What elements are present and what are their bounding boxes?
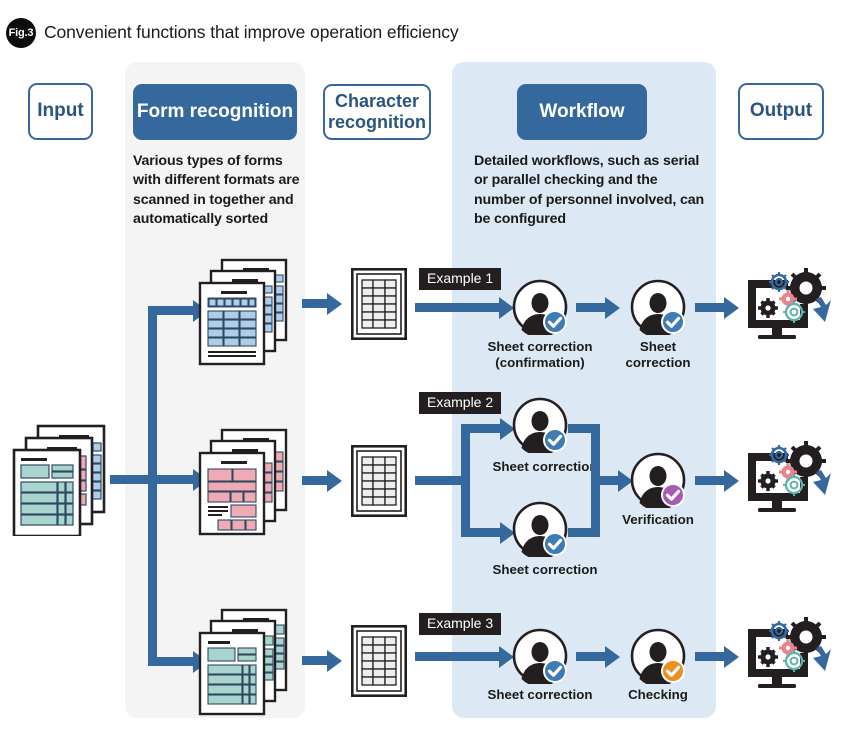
stage-header-output: Output xyxy=(738,83,824,140)
person-step-2c xyxy=(630,452,686,508)
arrow-example2-merge-stem xyxy=(591,476,621,485)
person-step-1a xyxy=(512,279,568,335)
output-monitor-2 xyxy=(742,441,834,521)
example-2-tag: Example 2 xyxy=(419,392,502,415)
arrow-branch-2 xyxy=(148,475,196,484)
stage-header-input: Input xyxy=(28,83,93,140)
arrow-workflow-to-output-3 xyxy=(695,652,727,661)
input-document-stack xyxy=(12,424,108,536)
form-stack-blue xyxy=(198,258,290,366)
person-step-2c-label: Verification xyxy=(622,512,694,527)
arrow-form-to-table-1-head xyxy=(327,292,342,315)
person-step-1b-label-line2: correction xyxy=(625,354,691,370)
form-stack-green xyxy=(198,608,290,716)
arrow-person-1a-to-1b-head xyxy=(605,296,620,319)
arrow-branch-3 xyxy=(148,657,196,666)
form-recognition-description: Various types of forms with different fo… xyxy=(133,153,300,227)
example-1-tag: Example 1 xyxy=(419,268,502,291)
arrow-person-3a-to-3b xyxy=(576,652,608,661)
arrow-example2-upper-branch xyxy=(461,424,503,433)
person-step-2b-label: Sheet correction xyxy=(492,562,598,577)
arrow-table-to-person-3a xyxy=(415,652,502,661)
person-step-1b xyxy=(630,279,686,335)
arrow-form-to-table-2-head xyxy=(327,469,342,492)
figure-title: Convenient functions that improve operat… xyxy=(44,22,459,42)
person-step-2a xyxy=(512,397,568,453)
arrow-example2-lower-branch xyxy=(461,528,503,537)
person-step-1a-label-line2: (confirmation) xyxy=(495,354,585,370)
recognized-table-3 xyxy=(351,625,407,697)
person-step-3a-label: Sheet correction xyxy=(487,687,593,702)
output-monitor-1 xyxy=(742,268,834,348)
person-step-3b-label: Checking xyxy=(628,687,688,702)
arrow-workflow-to-output-2 xyxy=(695,476,727,485)
arrow-branch-1 xyxy=(148,306,196,315)
person-step-1b-label: Sheet correction xyxy=(598,339,718,371)
output-monitor-3 xyxy=(742,617,834,697)
stage-header-form-recognition: Form recognition xyxy=(133,84,297,140)
recognized-table-1 xyxy=(351,268,407,340)
figure-canvas: Fig.3 Convenient functions that improve … xyxy=(0,0,841,740)
form-stack-pink xyxy=(198,428,290,536)
arrow-form-to-table-3 xyxy=(302,656,330,665)
person-step-3b xyxy=(630,628,686,684)
arrow-person-3a-to-3b-head xyxy=(605,645,620,668)
workflow-description: Detailed workflows, such as serial or pa… xyxy=(474,153,704,227)
arrow-example2-split-bar xyxy=(461,424,470,537)
arrow-form-to-table-2 xyxy=(302,476,330,485)
person-step-1a-label: Sheet correction (confirmation) xyxy=(460,339,620,371)
arrow-workflow-to-output-3-head xyxy=(724,645,739,668)
stage-header-character-recognition: Character recognition xyxy=(323,84,431,140)
arrow-workflow-to-output-1-head xyxy=(724,296,739,319)
arrow-input-to-split xyxy=(110,475,152,484)
arrow-form-to-table-3-head xyxy=(327,649,342,672)
figure-number-badge: Fig.3 xyxy=(6,18,36,48)
person-step-3a xyxy=(512,628,568,684)
arrow-workflow-to-output-1 xyxy=(695,303,727,312)
arrow-person-1a-to-1b xyxy=(576,303,608,312)
arrow-form-to-table-1 xyxy=(302,299,330,308)
recognized-table-2 xyxy=(351,445,407,517)
arrow-workflow-to-output-2-head xyxy=(724,469,739,492)
person-step-1a-label-line1: Sheet correction xyxy=(487,339,593,354)
example-3-tag: Example 3 xyxy=(419,613,502,636)
person-step-1b-label-line1: Sheet xyxy=(639,339,677,354)
arrow-table-to-person-1a xyxy=(415,303,502,312)
arrow-split-trunk xyxy=(148,306,157,666)
stage-header-workflow: Workflow xyxy=(517,84,647,140)
person-step-2b xyxy=(512,501,568,557)
